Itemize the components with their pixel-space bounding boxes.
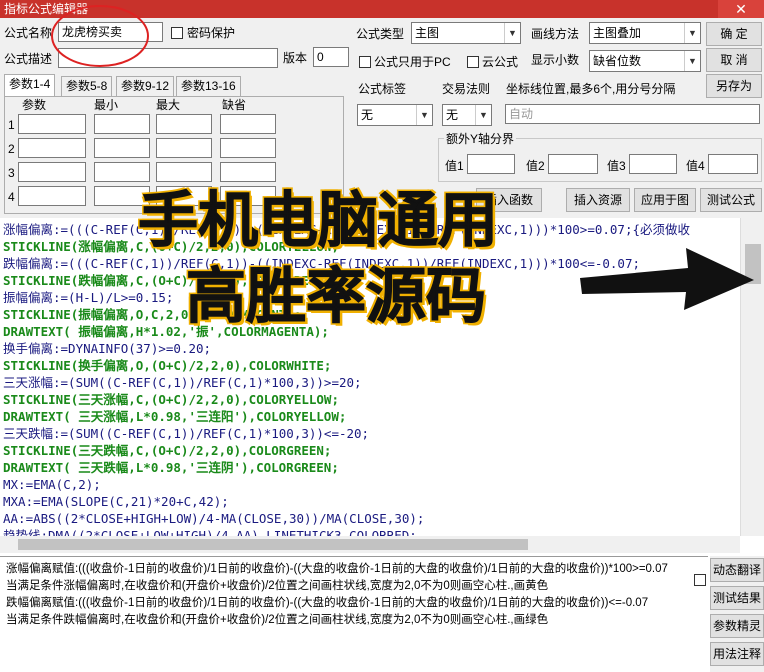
test-result-button[interactable]: 测试结果 [710, 586, 764, 610]
desc-label: 公式描述 [4, 52, 53, 66]
tab-params-13-16[interactable]: 参数13-16 [176, 76, 241, 96]
cancel-button[interactable]: 取 消 [706, 48, 762, 72]
dynamic-translate-button[interactable]: 动态翻译 [710, 558, 764, 582]
code-line: MXA:=EMA(SLOPE(C,21)*20+C,42); [3, 494, 229, 509]
side-button-panel: 动态翻译 测试结果 参数精灵 用法注释 [710, 556, 764, 672]
password-checkbox[interactable] [171, 27, 183, 39]
param-wizard-button[interactable]: 参数精灵 [710, 614, 764, 638]
y-val4-input[interactable] [708, 154, 758, 174]
explain-line: 当满足条件跌幅偏离时,在收盘价和(开盘价+收盘价)/2位置之间画柱状线,宽度为2… [6, 614, 549, 626]
apply-to-chart-button[interactable]: 应用于图 [634, 188, 696, 212]
param-row-label: 4 [8, 190, 15, 204]
code-line: DRAWTEXT( 三天涨幅,L*0.98,'三连阳'),COLORYELLOW… [3, 409, 347, 424]
chevron-down-icon: ▼ [504, 23, 520, 43]
y-val3-label: 值3 [607, 159, 626, 173]
code-line: 三天涨幅:=(SUM((C-REF(C,1))/REF(C,1)*100,3))… [3, 375, 362, 390]
param-name-input[interactable] [18, 186, 86, 206]
y-val1-input[interactable] [467, 154, 515, 174]
editor-horizontal-scrollbar[interactable] [0, 536, 740, 553]
param-header-max: 最大 [156, 98, 181, 112]
chevron-down-icon: ▼ [684, 23, 700, 43]
chevron-down-icon: ▼ [684, 51, 700, 71]
translate-checkbox[interactable] [694, 574, 706, 586]
cloud-label: 云公式 [482, 55, 519, 69]
tab-params-1-4[interactable]: 参数1-4 [4, 74, 56, 96]
name-label: 公式名称 [4, 26, 53, 40]
param-row-label: 1 [8, 118, 15, 132]
overlay-headline: 手机电脑通用 [138, 186, 499, 257]
code-line: 三天跌幅:=(SUM((C-REF(C,1))/REF(C,1)*100,3))… [3, 426, 370, 441]
param-default-input[interactable] [220, 114, 276, 134]
y-val2-label: 值2 [526, 159, 545, 173]
scrollbar-thumb[interactable] [18, 539, 528, 550]
tag-select-value: 无 [361, 108, 374, 122]
close-button[interactable]: ✕ [718, 0, 764, 18]
tab-params-5-8[interactable]: 参数5-8 [61, 76, 113, 96]
tag-label: 公式标签 [358, 82, 407, 96]
rule-label: 交易法则 [442, 82, 491, 96]
param-header-name: 参数 [22, 98, 47, 112]
type-select[interactable]: 主图 ▼ [411, 22, 521, 44]
decimal-select[interactable]: 缺省位数 ▼ [589, 50, 701, 72]
explain-line: 涨幅偏离赋值:(((收盘价-1日前的收盘价)/1日前的收盘价)-((大盘的收盘价… [6, 563, 668, 575]
param-max-input[interactable] [156, 114, 212, 134]
code-line: STICKLINE(三天跌幅,C,(O+C)/2,2,0),COLORGREEN… [3, 443, 332, 458]
param-header-min: 最小 [94, 98, 119, 112]
param-min-input[interactable] [94, 114, 150, 134]
password-label: 密码保护 [187, 26, 236, 40]
explain-line: 当满足条件涨幅偏离时,在收盘价和(开盘价+收盘价)/2位置之间画柱状线,宽度为2… [6, 580, 549, 592]
param-row-label: 3 [8, 166, 15, 180]
param-name-input[interactable] [18, 162, 86, 182]
arrow-right-icon [580, 248, 754, 310]
param-min-input[interactable] [94, 138, 150, 158]
tab-params-9-12[interactable]: 参数9-12 [116, 76, 175, 96]
usage-notes-button[interactable]: 用法注释 [710, 642, 764, 666]
param-default-input[interactable] [220, 138, 276, 158]
overlay-subheadline: 高胜率源码 [186, 262, 487, 333]
code-line: STICKLINE(换手偏离,O,(O+C)/2,2,0),COLORWHITE… [3, 358, 332, 373]
pc-only-checkbox[interactable] [359, 56, 371, 68]
explain-line: 跌幅偏离赋值:(((收盘价-1日前的收盘价)/1日前的收盘价)-((大盘的收盘价… [6, 597, 649, 609]
coord-label: 坐标线位置,最多6个,用分号分隔 [506, 82, 676, 96]
param-row-label: 2 [8, 142, 15, 156]
cloud-checkbox[interactable] [467, 56, 479, 68]
version-input[interactable]: 0 [313, 47, 349, 67]
code-line: DRAWTEXT( 三天跌幅,L*0.98,'三连阴'),COLORGREEN; [3, 460, 339, 475]
y-val4-label: 值4 [686, 159, 705, 173]
tag-select[interactable]: 无 ▼ [357, 104, 433, 126]
draw-select-value: 主图叠加 [593, 26, 642, 40]
y-val3-input[interactable] [629, 154, 677, 174]
chevron-down-icon: ▼ [416, 105, 432, 125]
chevron-down-icon: ▼ [475, 105, 491, 125]
param-header-default: 缺省 [222, 98, 247, 112]
code-line: 换手偏离:=DYNAINFO(37)>=0.20; [3, 341, 212, 356]
code-line: STICKLINE(三天涨幅,C,(O+C)/2,2,0),COLORYELLO… [3, 392, 339, 407]
param-name-input[interactable] [18, 114, 86, 134]
version-label: 版本 [283, 51, 308, 65]
param-name-input[interactable] [18, 138, 86, 158]
code-line: 趋势线:DMA((2*CLOSE+LOW+HIGH)/4,AA),LINETHI… [3, 528, 417, 536]
ok-button[interactable]: 确 定 [706, 22, 762, 46]
save-as-button[interactable]: 另存为 [706, 74, 762, 98]
test-formula-button[interactable]: 测试公式 [700, 188, 762, 212]
pc-only-label: 公式只用于PC [374, 55, 451, 69]
y-axis-group-label: 额外Y轴分界 [444, 130, 517, 148]
draw-select[interactable]: 主图叠加 ▼ [589, 22, 701, 44]
translation-panel: 涨幅偏离赋值:(((收盘价-1日前的收盘价)/1日前的收盘价)-((大盘的收盘价… [0, 556, 708, 672]
y-val2-input[interactable] [548, 154, 598, 174]
rule-select[interactable]: 无 ▼ [442, 104, 492, 126]
type-label: 公式类型 [356, 27, 405, 41]
code-line: 振幅偏离:=(H-L)/L>=0.15; [3, 290, 174, 305]
rule-select-value: 无 [446, 108, 459, 122]
insert-resource-button[interactable]: 插入资源 [566, 188, 630, 212]
coord-input[interactable]: 自动 [505, 104, 760, 124]
param-max-input[interactable] [156, 138, 212, 158]
decimal-select-value: 缺省位数 [593, 54, 642, 68]
code-line: MX:=EMA(C,2); [3, 477, 101, 492]
draw-label: 画线方法 [531, 27, 580, 41]
highlight-circle-icon [51, 5, 149, 67]
type-select-value: 主图 [415, 26, 440, 40]
decimal-label: 显示小数 [531, 53, 580, 67]
code-line: AA:=ABS((2*CLOSE+HIGH+LOW)/4-MA(CLOSE,30… [3, 511, 425, 526]
